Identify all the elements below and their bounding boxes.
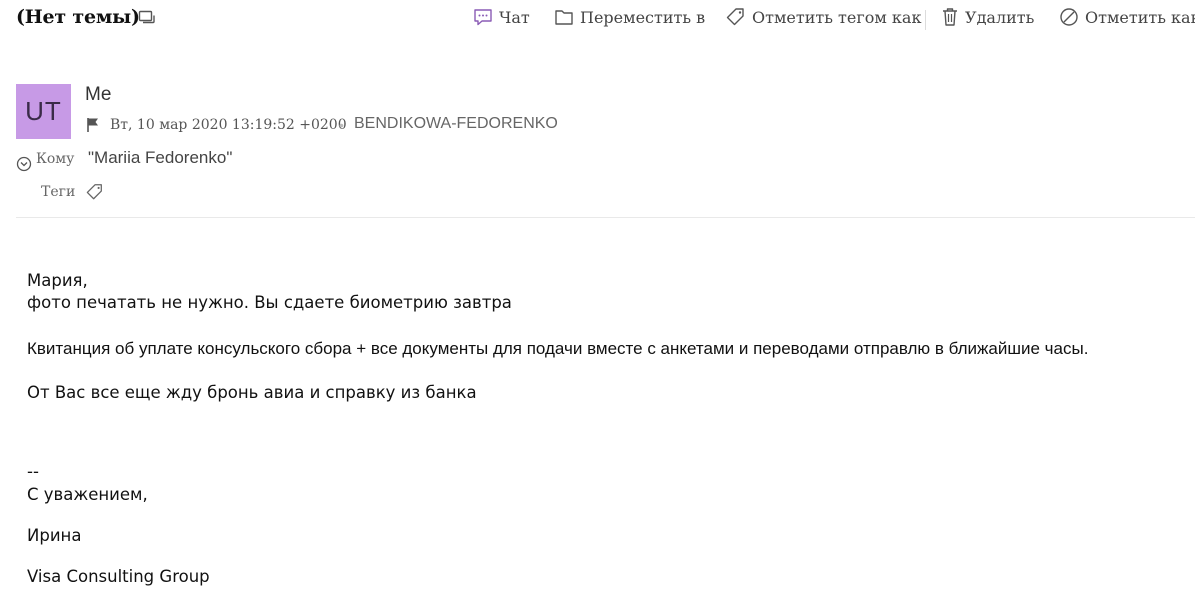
- tag-as-label: Отметить тегом как: [752, 7, 922, 27]
- expand-recipients-icon[interactable]: [16, 156, 32, 172]
- chat-button[interactable]: Чат: [473, 7, 530, 27]
- signature-dash: --: [27, 462, 39, 481]
- recipient[interactable]: "Mariia Fedorenko": [88, 148, 232, 168]
- add-tag-icon[interactable]: [86, 183, 104, 201]
- trash-icon: [943, 8, 957, 26]
- mark-as-label: Отметить как: [1085, 7, 1195, 27]
- body-line: фото печатать не нужно. Вы сдаете биомет…: [27, 293, 512, 312]
- signature-name: Ирина: [27, 526, 82, 545]
- body-line: Мария,: [27, 271, 88, 290]
- signature-company: Visa Consulting Group: [27, 567, 210, 586]
- toolbar-divider: [925, 10, 926, 30]
- move-to-button[interactable]: Переместить в: [554, 7, 705, 27]
- conversation-icon[interactable]: [138, 9, 158, 27]
- chat-icon: [474, 9, 492, 26]
- message-subject: (Нет темы): [16, 6, 140, 28]
- body-line: Квитанция об уплате консульского сбора +…: [27, 339, 1089, 358]
- tag-icon: [726, 8, 744, 26]
- folder-icon: [555, 10, 573, 25]
- body-line: От Вас все еще жду бронь авиа и справку …: [27, 383, 477, 402]
- sender-name[interactable]: Me: [85, 84, 111, 106]
- delete-label: Удалить: [965, 7, 1035, 27]
- tags-label: Теги: [41, 184, 76, 200]
- header-divider: [16, 217, 1195, 218]
- folder-name[interactable]: BENDIKOWA-FEDORENKO: [354, 115, 558, 133]
- block-icon: [1060, 8, 1078, 26]
- avatar: UT: [16, 84, 71, 139]
- move-to-label: Переместить в: [580, 7, 706, 27]
- to-label: Кому: [36, 151, 75, 167]
- mark-as-button[interactable]: Отметить как: [1059, 7, 1195, 27]
- message-date: Вт, 10 мар 2020 13:19:52 +0200: [110, 117, 347, 133]
- chat-label: Чат: [499, 7, 530, 27]
- signature-regards: С уважением,: [27, 485, 148, 504]
- flag-icon[interactable]: [86, 117, 100, 133]
- meta-separator: •: [339, 117, 344, 133]
- delete-button[interactable]: Удалить: [941, 7, 1034, 27]
- tag-as-button[interactable]: Отметить тегом как: [726, 7, 921, 27]
